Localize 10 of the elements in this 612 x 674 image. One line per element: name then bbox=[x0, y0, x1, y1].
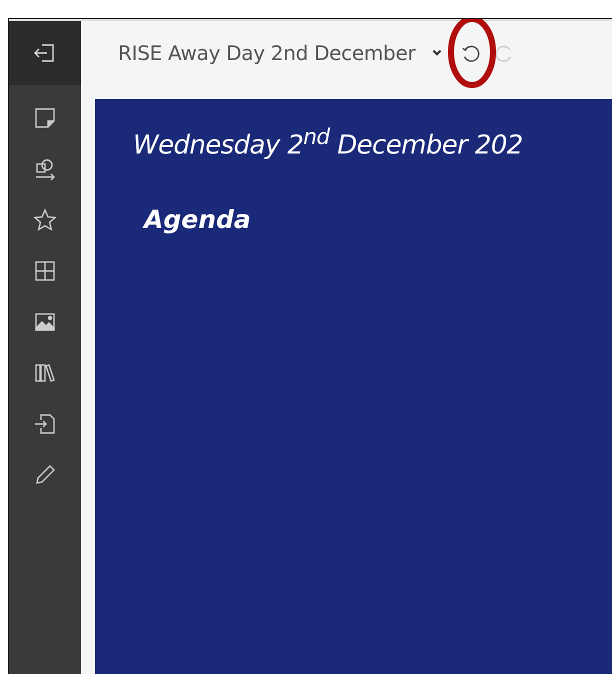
import-icon[interactable] bbox=[33, 412, 57, 436]
shapes-icon[interactable] bbox=[33, 157, 57, 181]
presentation-title[interactable]: RISE Away Day 2nd December bbox=[118, 41, 416, 65]
note-icon[interactable] bbox=[33, 106, 57, 130]
star-icon[interactable] bbox=[33, 208, 57, 232]
grid-icon[interactable] bbox=[33, 259, 57, 283]
library-icon[interactable] bbox=[33, 361, 57, 385]
pencil-icon[interactable] bbox=[33, 463, 57, 487]
slide-subheading: Agenda bbox=[144, 204, 251, 234]
slide-heading: Wednesday 2$^{nd}$ December 202 bbox=[133, 125, 524, 161]
